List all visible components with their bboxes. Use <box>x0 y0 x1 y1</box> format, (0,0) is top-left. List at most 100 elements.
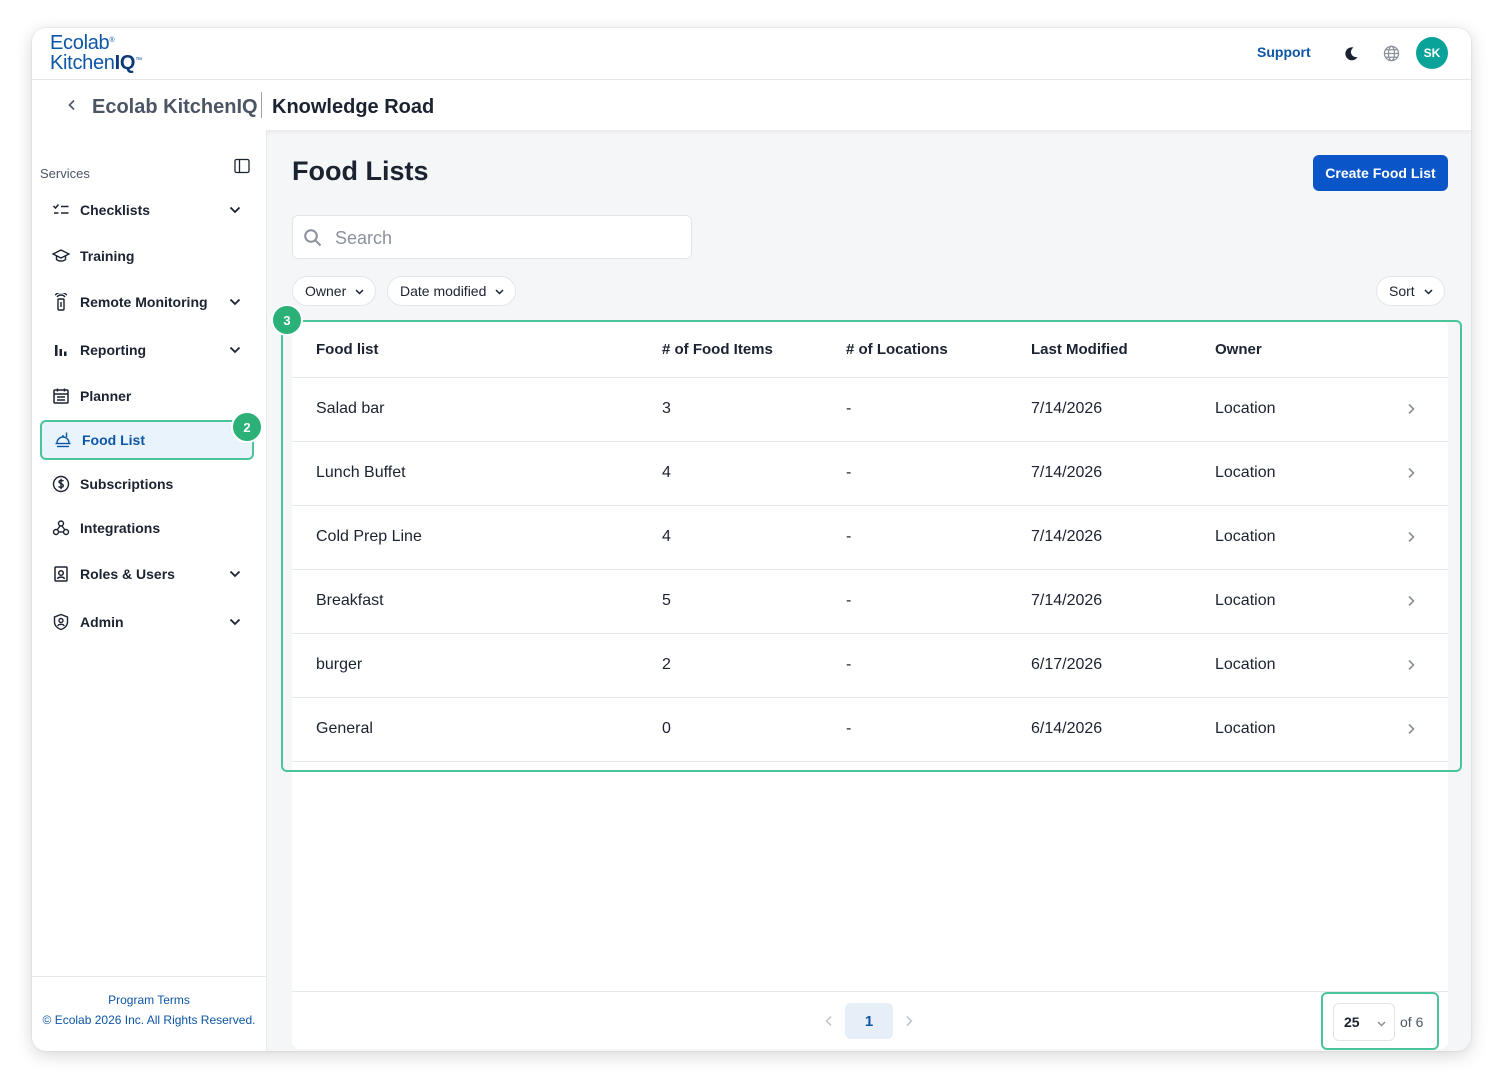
sidebar-footer: Program Terms © Ecolab 2026 Inc. All Rig… <box>32 976 266 1030</box>
food-lists-table: Food list # of Food Items # of Locations… <box>292 320 1448 1050</box>
cell-last-modified: 7/14/2026 <box>1031 528 1103 545</box>
chevron-left-icon[interactable] <box>822 1014 836 1028</box>
page-count-text: of 6 <box>1400 1014 1424 1030</box>
sidebar-section-label: Services <box>40 166 90 181</box>
cell-food-list: Cold Prep Line <box>316 528 422 545</box>
chevron-down-icon <box>1377 1021 1386 1027</box>
cell-food-list: Lunch Buffet <box>316 464 406 481</box>
page-button-current[interactable]: 1 <box>845 1003 893 1039</box>
page-size-highlight: 25 of 6 <box>1321 992 1439 1050</box>
ecolab-kitcheniq-logo[interactable]: Ecolab® KitchenIQ™ <box>50 33 142 73</box>
table-row[interactable]: Cold Prep Line 4 - 7/14/2026 Location <box>292 506 1448 570</box>
cell-owner: Location <box>1215 464 1276 481</box>
sidebar-item-label: Subscriptions <box>80 476 174 492</box>
chevron-down-icon[interactable] <box>228 615 242 629</box>
app-window: Ecolab® KitchenIQ™ Support SK Ecolab Kit… <box>32 28 1471 1051</box>
sidebar-item-remote-monitoring[interactable]: Remote Monitoring <box>40 283 254 321</box>
chevron-down-icon[interactable] <box>228 203 242 217</box>
chevron-right-icon[interactable] <box>1404 530 1418 544</box>
column-header-last-modified[interactable]: Last Modified <box>1031 341 1128 358</box>
chevron-down-icon <box>355 288 364 295</box>
table-row[interactable]: General 0 - 6/14/2026 Location <box>292 698 1448 762</box>
chevron-right-icon[interactable] <box>1404 722 1418 736</box>
cell-last-modified: 7/14/2026 <box>1031 400 1103 417</box>
sidebar-item-label: Admin <box>80 614 124 630</box>
shield-user-icon <box>52 613 70 631</box>
breadcrumb: Ecolab KitchenIQ Knowledge Road <box>32 80 1471 130</box>
sidebar-item-integrations[interactable]: Integrations <box>40 509 254 547</box>
chevron-down-icon[interactable] <box>228 567 242 581</box>
sidebar-item-subscriptions[interactable]: Subscriptions <box>40 465 254 503</box>
column-header-locations[interactable]: # of Locations <box>846 341 948 358</box>
sidebar-item-label: Checklists <box>80 202 151 218</box>
sidebar-item-checklists[interactable]: Checklists <box>40 191 254 229</box>
user-avatar[interactable]: SK <box>1416 37 1448 69</box>
sidebar-item-admin[interactable]: Admin <box>40 603 254 641</box>
search-input[interactable] <box>335 224 675 252</box>
chevron-right-icon[interactable] <box>1404 402 1418 416</box>
chevron-right-icon[interactable] <box>1404 466 1418 480</box>
sidebar-item-planner[interactable]: Planner <box>40 377 254 415</box>
chevron-right-icon[interactable] <box>902 1014 916 1028</box>
graduation-cap-icon <box>52 247 70 265</box>
cell-last-modified: 7/14/2026 <box>1031 592 1103 609</box>
step-badge-sidebar: 2 <box>231 411 263 443</box>
column-header-food-items[interactable]: # of Food Items <box>662 341 773 358</box>
sidebar-item-training[interactable]: Training <box>40 237 254 275</box>
sidebar-item-label: Training <box>80 248 135 264</box>
search-icon <box>304 229 322 247</box>
moon-icon[interactable] <box>1343 46 1359 62</box>
calendar-icon <box>52 387 70 405</box>
create-food-list-button[interactable]: Create Food List <box>1313 155 1448 191</box>
cell-food-list: burger <box>316 656 363 673</box>
dollar-circle-icon <box>52 475 70 493</box>
table-row[interactable]: Breakfast 5 - 7/14/2026 Location <box>292 570 1448 634</box>
sidebar-item-label: Integrations <box>80 520 161 536</box>
column-header-food-list[interactable]: Food list <box>316 341 379 358</box>
sidebar-item-reporting[interactable]: Reporting <box>40 331 254 369</box>
cell-food-items: 5 <box>662 592 671 609</box>
column-header-owner[interactable]: Owner <box>1215 341 1262 358</box>
bar-chart-icon <box>52 341 70 359</box>
chevron-down-icon[interactable] <box>228 343 242 357</box>
globe-icon[interactable] <box>1383 45 1400 62</box>
cell-owner: Location <box>1215 400 1276 417</box>
checklist-icon <box>52 201 70 219</box>
sidebar-collapse-icon[interactable] <box>234 158 250 174</box>
sensor-icon <box>52 293 70 311</box>
breadcrumb-app[interactable]: Ecolab KitchenIQ <box>92 96 258 119</box>
chevron-down-icon[interactable] <box>228 295 242 309</box>
support-link[interactable]: Support <box>1257 44 1311 60</box>
cell-owner: Location <box>1215 592 1276 609</box>
breadcrumb-site[interactable]: Knowledge Road <box>272 96 434 119</box>
date-modified-filter[interactable]: Date modified <box>387 276 517 306</box>
sort-dropdown[interactable]: Sort <box>1376 276 1445 306</box>
cell-last-modified: 7/14/2026 <box>1031 464 1103 481</box>
sidebar-item-roles-users[interactable]: Roles & Users <box>40 555 254 593</box>
page-title: Food Lists <box>292 156 429 186</box>
chevron-down-icon <box>1424 288 1433 295</box>
cell-last-modified: 6/17/2026 <box>1031 656 1103 673</box>
cell-locations: - <box>846 528 852 545</box>
page-size-select[interactable]: 25 <box>1333 1003 1395 1041</box>
table-row[interactable]: burger 2 - 6/17/2026 Location <box>292 634 1448 698</box>
breadcrumb-divider <box>261 92 262 118</box>
program-terms-link[interactable]: Program Terms <box>32 990 266 1010</box>
sidebar-item-label: Planner <box>80 388 132 404</box>
id-badge-icon <box>52 565 70 583</box>
chevron-right-icon[interactable] <box>1404 658 1418 672</box>
cell-owner: Location <box>1215 720 1276 737</box>
pagination: 1 25 of 6 <box>292 991 1448 1050</box>
cell-food-items: 0 <box>662 720 671 737</box>
table-row[interactable]: Salad bar 3 - 7/14/2026 Location <box>292 378 1448 442</box>
cell-food-items: 4 <box>662 464 671 481</box>
sidebar-item-food-list[interactable]: Food List <box>40 420 254 460</box>
owner-filter[interactable]: Owner <box>292 276 377 306</box>
chevron-right-icon[interactable] <box>1404 594 1418 608</box>
chevron-left-icon[interactable] <box>66 99 78 111</box>
cell-food-list: General <box>316 720 373 737</box>
table-row[interactable]: Lunch Buffet 4 - 7/14/2026 Location <box>292 442 1448 506</box>
sidebar-item-label: Remote Monitoring <box>80 294 208 310</box>
cell-locations: - <box>846 720 852 737</box>
cell-locations: - <box>846 464 852 481</box>
